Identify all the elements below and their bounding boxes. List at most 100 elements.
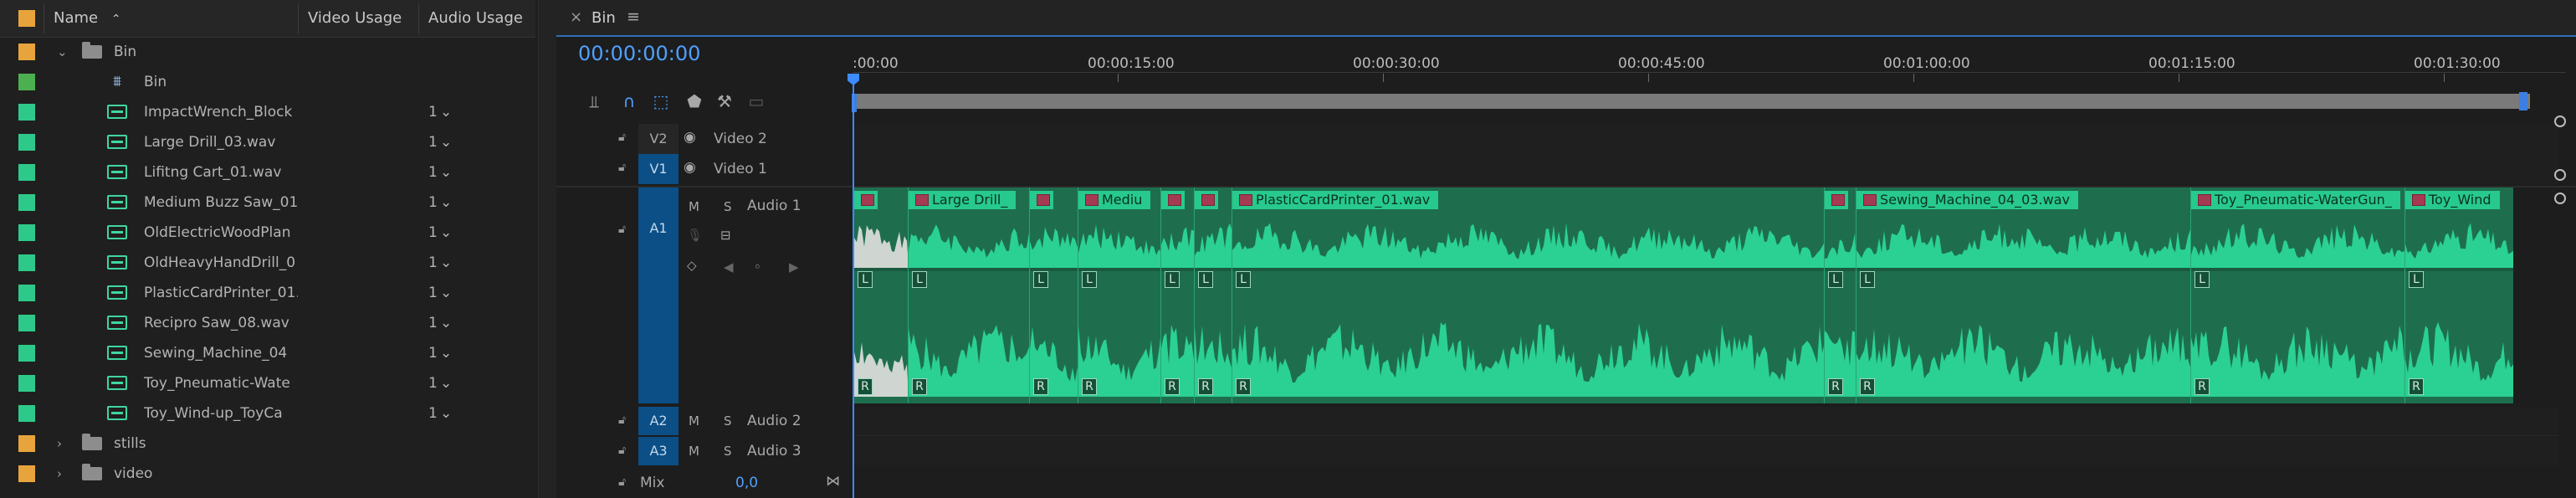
lock-icon[interactable]: 🔓︎	[618, 223, 626, 236]
track-name-audio-1[interactable]: Audio 1	[747, 198, 801, 214]
audio-usage-count[interactable]: 1	[428, 398, 438, 429]
label-column-header[interactable]	[18, 0, 35, 37]
clip-row[interactable]: Recipro Saw_08.wav 1 ⌄	[0, 308, 535, 338]
clip-row[interactable]: Toy_Pneumatic-Wate 1 ⌄	[0, 368, 535, 398]
mute-button[interactable]: M	[689, 413, 699, 429]
label-color-swatch[interactable]	[18, 315, 35, 331]
item-name[interactable]: ImpactWrench_Block	[144, 97, 298, 127]
usage-dropdown-icon[interactable]: ⌄	[440, 218, 452, 248]
lock-icon[interactable]: 🔓︎	[618, 161, 626, 174]
clip-row[interactable]: OldHeavyHandDrill_0 1 ⌄	[0, 248, 535, 278]
sync-lock-icon[interactable]: ⊟	[720, 228, 731, 243]
audio-clip[interactable]: LR	[853, 187, 909, 403]
audio-usage-count[interactable]: 1	[428, 308, 438, 338]
audio-usage-count[interactable]: 1	[428, 187, 438, 218]
track-name-audio-3[interactable]: Audio 3	[747, 443, 801, 459]
clip-row[interactable]: ImpactWrench_Block 1 ⌄	[0, 97, 535, 127]
track-target-v1[interactable]: V1	[638, 154, 679, 184]
timeline-tab-title[interactable]: Bin	[592, 9, 616, 27]
lock-icon[interactable]: 🔓︎	[618, 413, 626, 427]
audio-clip[interactable]: PlasticCardPrinter_01.wav L R	[1232, 187, 1825, 403]
audio-usage-count[interactable]: 1	[428, 278, 438, 308]
usage-dropdown-icon[interactable]: ⌄	[440, 127, 452, 157]
usage-dropdown-icon[interactable]: ⌄	[440, 308, 452, 338]
label-color-swatch[interactable]	[18, 134, 35, 151]
label-color-swatch[interactable]	[18, 405, 35, 422]
usage-dropdown-icon[interactable]: ⌄	[440, 97, 452, 127]
audio-clip[interactable]: LR	[1160, 187, 1195, 403]
next-keyframe-icon[interactable]: ▶	[789, 259, 799, 275]
project-scrollbar[interactable]	[538, 0, 557, 498]
clip-row[interactable]: OldElectricWoodPlan 1 ⌄	[0, 218, 535, 248]
audio-usage-column-header[interactable]: Audio Usage	[428, 0, 523, 37]
voice-over-mic-icon[interactable]: 🎙︎	[687, 228, 703, 243]
usage-dropdown-icon[interactable]: ⌄	[440, 398, 452, 429]
clip-row[interactable]: Medium Buzz Saw_01 1 ⌄	[0, 187, 535, 218]
lock-icon[interactable]: 🔓︎	[618, 444, 626, 457]
playhead-timecode[interactable]: 00:00:00:00	[578, 42, 700, 65]
track-target-v2[interactable]: V2	[638, 124, 679, 154]
item-name[interactable]: Recipro Saw_08.wav	[144, 308, 298, 338]
item-name[interactable]: video	[114, 459, 298, 489]
column-divider[interactable]	[298, 3, 299, 33]
divider-handle[interactable]	[2554, 169, 2566, 181]
item-name[interactable]: Toy_Pneumatic-Wate	[144, 368, 298, 398]
previous-keyframe-icon[interactable]: ◀	[724, 259, 734, 275]
audio-usage-count[interactable]: 1	[428, 157, 438, 187]
video-usage-column-header[interactable]: Video Usage	[308, 0, 402, 37]
clip-row[interactable]: Lifitng Cart_01.wav 1 ⌄	[0, 157, 535, 187]
track-name-audio-2[interactable]: Audio 2	[747, 413, 801, 429]
usage-dropdown-icon[interactable]: ⌄	[440, 278, 452, 308]
audio-usage-count[interactable]: 1	[428, 368, 438, 398]
panel-menu-icon[interactable]: ≡	[627, 8, 640, 26]
clip-name[interactable]: Sewing_Machine_04_03.wav	[1856, 191, 2078, 209]
item-name[interactable]: PlasticCardPrinter_01.	[144, 278, 298, 308]
audio-usage-count[interactable]: 1	[428, 338, 438, 368]
label-color-swatch[interactable]	[18, 224, 35, 241]
add-keyframe-icon[interactable]: ◇	[687, 258, 697, 273]
usage-dropdown-icon[interactable]: ⌄	[440, 157, 452, 187]
playhead-line[interactable]	[853, 75, 854, 498]
item-name[interactable]: Large Drill_03.wav	[144, 127, 298, 157]
close-tab-icon[interactable]: ×	[570, 8, 582, 26]
label-color-swatch[interactable]	[18, 104, 35, 121]
eye-icon[interactable]: ◉	[684, 129, 696, 146]
item-name[interactable]: Toy_Wind-up_ToyCa	[144, 398, 298, 429]
audio-usage-count[interactable]: 1	[428, 248, 438, 278]
track-target-a2[interactable]: A2	[638, 407, 679, 435]
chevron-right-icon[interactable]: ›	[57, 436, 62, 451]
label-color-swatch[interactable]	[18, 465, 35, 482]
audio-usage-count[interactable]: 1	[428, 127, 438, 157]
timeline-settings-wrench-icon[interactable]: ⚒	[712, 89, 737, 114]
folder-row[interactable]: › video	[0, 459, 535, 489]
label-color-swatch[interactable]	[18, 345, 35, 362]
label-color-swatch[interactable]	[18, 74, 35, 90]
item-name[interactable]: Bin	[144, 67, 298, 97]
insert-nest-icon[interactable]: ⫫	[581, 89, 607, 114]
item-name[interactable]: Lifitng Cart_01.wav	[144, 157, 298, 187]
mute-button[interactable]: M	[689, 444, 699, 459]
audio-clip[interactable]: Toy_Wind L R	[2404, 187, 2513, 403]
sequence-row[interactable]: ⩩ Bin	[0, 67, 535, 97]
column-divider[interactable]	[418, 3, 419, 33]
audio-clip[interactable]: LR	[1194, 187, 1233, 403]
item-name[interactable]: Bin	[114, 37, 298, 67]
eye-icon[interactable]: ◉	[684, 159, 696, 176]
audio-clip[interactable]: Sewing_Machine_04_03.wav L R	[1856, 187, 2192, 403]
solo-button[interactable]: S	[724, 199, 732, 214]
item-name[interactable]: OldElectricWoodPlan	[144, 218, 298, 248]
usage-dropdown-icon[interactable]: ⌄	[440, 187, 452, 218]
name-column-header[interactable]: Name ⌃	[54, 0, 121, 37]
item-name[interactable]: OldHeavyHandDrill_0	[144, 248, 298, 278]
captions-icon[interactable]: ▭	[744, 89, 769, 114]
audio-clip[interactable]: LR	[1824, 187, 1856, 403]
solo-button[interactable]: S	[724, 413, 732, 429]
folder-row[interactable]: › stills	[0, 429, 535, 459]
track-name-video-1[interactable]: Video 1	[714, 161, 767, 177]
item-name[interactable]: Sewing_Machine_04	[144, 338, 298, 368]
label-color-swatch[interactable]	[18, 285, 35, 301]
mix-volume-value[interactable]: 0,0	[735, 475, 758, 491]
clip-row[interactable]: Toy_Wind-up_ToyCa 1 ⌄	[0, 398, 535, 429]
track-target-a3[interactable]: A3	[638, 437, 679, 465]
item-name[interactable]: Medium Buzz Saw_01	[144, 187, 298, 218]
